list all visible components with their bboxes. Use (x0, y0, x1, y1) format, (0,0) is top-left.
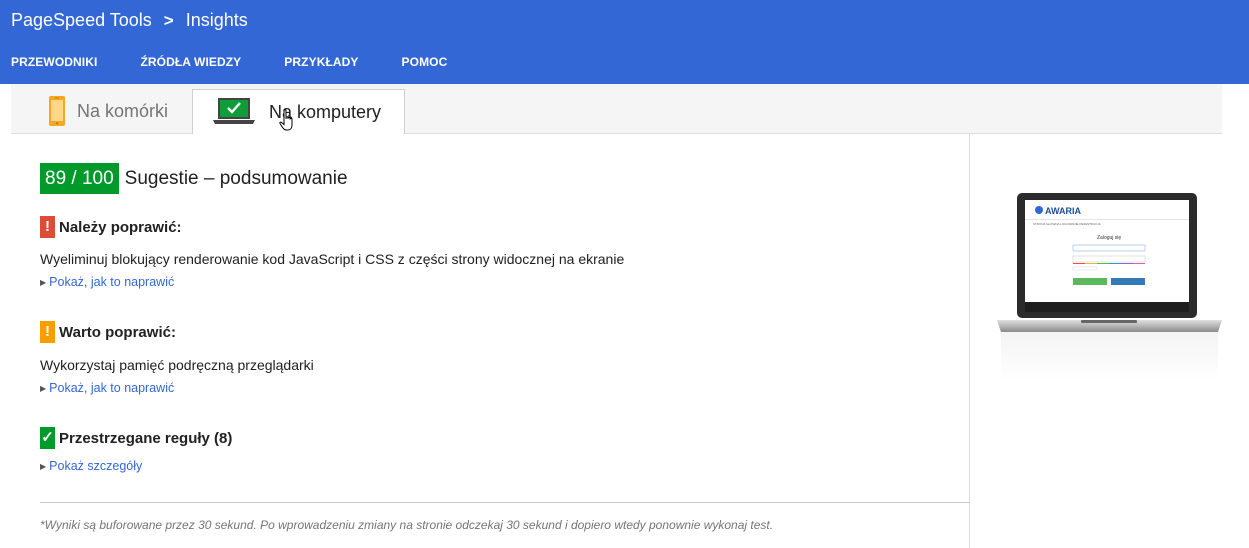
tab-mobile[interactable]: Na komórki (35, 89, 185, 133)
tab-mobile-label: Na komórki (77, 100, 169, 121)
passed-title: Przestrzegane reguły (8) (59, 429, 233, 447)
must-fix-header: ! Należy poprawić: (40, 216, 182, 238)
preview-menu: STRONA GŁÓWNA LOGOWANIE REJESTRACJA (1033, 221, 1101, 226)
triangle-right-icon: ▶ (40, 461, 47, 471)
passed-link-label: Pokaż szczegóły (49, 459, 143, 473)
should-fix-header: ! Warto poprawić: (40, 321, 176, 343)
breadcrumb: PageSpeed Tools > Insights (11, 10, 248, 31)
phone-icon (49, 96, 65, 126)
preview-heading: Zaloguj się (1097, 235, 1121, 241)
triangle-right-icon: ▶ (40, 383, 47, 393)
top-header: PageSpeed Tools > Insights PRZEWODNIKI Ź… (0, 0, 1249, 84)
hand-cursor-icon (279, 109, 293, 131)
nav-guides[interactable]: PRZEWODNIKI (11, 55, 97, 69)
product-link[interactable]: PageSpeed Tools (11, 10, 152, 31)
results-panel: 89 / 100 Sugestie – podsumowanie ! Należ… (11, 134, 970, 548)
desktop-preview: AWARIA STRONA GŁÓWNA LOGOWANIE REJESTRAC… (997, 193, 1222, 382)
tab-desktop[interactable]: Na komputery (192, 89, 405, 134)
triangle-right-icon: ▶ (40, 277, 47, 287)
score-row: 89 / 100 Sugestie – podsumowanie (40, 163, 348, 194)
should-fix-description: Wykorzystaj pamięć podręczną przeglądark… (40, 357, 314, 373)
nav-resources[interactable]: ŹRÓDŁA WIEDZY (140, 55, 241, 69)
score-badge: 89 / 100 (40, 163, 119, 194)
breadcrumb-separator-icon: > (163, 10, 174, 30)
device-tabs: Na komórki Na komputery (11, 84, 1222, 134)
must-fix-show-link[interactable]: ▶ Pokaż, jak to naprawić (40, 275, 174, 289)
cache-footnote: *Wyniki są buforowane przez 30 sekund. P… (40, 518, 774, 532)
nav-examples[interactable]: PRZYKŁADY (284, 55, 358, 69)
summary-title: Sugestie – podsumowanie (124, 167, 348, 189)
should-fix-title: Warto poprawić: (59, 323, 176, 341)
main-nav: PRZEWODNIKI ŹRÓDŁA WIEDZY PRZYKŁADY POMO… (11, 55, 490, 69)
warning-icon: ! (40, 321, 55, 343)
check-icon: ✓ (40, 427, 55, 449)
passed-show-link[interactable]: ▶ Pokaż szczegóły (40, 459, 142, 473)
divider (40, 502, 970, 503)
should-fix-show-link[interactable]: ▶ Pokaż, jak to naprawić (40, 381, 174, 395)
passed-header: ✓ Przestrzegane reguły (8) (40, 427, 232, 449)
laptop-icon (213, 98, 255, 124)
must-fix-title: Należy poprawić: (59, 218, 182, 236)
page-title[interactable]: Insights (186, 10, 248, 31)
preview-site-name: AWARIA (1045, 206, 1082, 216)
must-fix-description: Wyeliminuj blokujący renderowanie kod Ja… (40, 251, 625, 267)
error-icon: ! (40, 216, 55, 238)
must-fix-link-label: Pokaż, jak to naprawić (49, 275, 175, 289)
should-fix-link-label: Pokaż, jak to naprawić (49, 381, 175, 395)
nav-help[interactable]: POMOC (402, 55, 448, 69)
